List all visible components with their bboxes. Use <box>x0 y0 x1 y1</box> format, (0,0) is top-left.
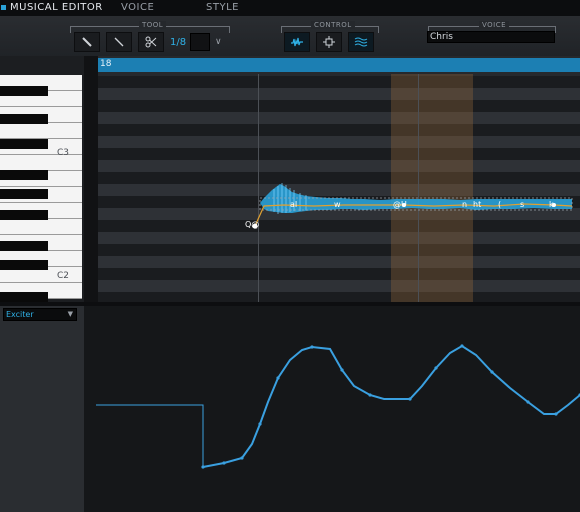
pitch-edit-button[interactable] <box>316 32 342 52</box>
curve-point[interactable] <box>434 366 438 370</box>
curve-point[interactable] <box>340 368 344 372</box>
parameter-dropdown-value: Exciter <box>6 310 34 319</box>
black-key[interactable] <box>0 241 48 251</box>
scissors-tool-button[interactable] <box>138 32 164 52</box>
curve-point[interactable] <box>490 370 494 374</box>
phoneme-label: w <box>334 200 341 209</box>
tool-group-label: TOOL <box>139 21 167 29</box>
waveform-icon <box>291 37 303 47</box>
curve-point[interactable] <box>460 344 464 348</box>
parameter-edit-button[interactable] <box>348 32 374 52</box>
curve-point[interactable] <box>408 397 412 401</box>
white-key[interactable] <box>0 155 82 171</box>
white-key[interactable] <box>0 123 82 139</box>
curve-point[interactable] <box>368 393 372 397</box>
top-tab-bar: MUSICAL EDITOR VOICE STYLE <box>0 0 580 16</box>
phoneme-label: ht <box>473 200 482 209</box>
phoneme-label: ( <box>498 200 502 209</box>
quantize-dropdown-arrow[interactable]: ∨ <box>215 37 222 47</box>
phoneme-label: @U <box>393 200 407 209</box>
key-label-c2: C2 <box>57 271 70 281</box>
scissors-icon <box>145 36 157 48</box>
tab-voice[interactable]: VOICE <box>121 2 154 13</box>
black-key[interactable] <box>0 114 48 124</box>
black-key[interactable] <box>0 210 48 220</box>
phoneme-label: n <box>462 200 468 209</box>
curve-point[interactable] <box>276 376 280 380</box>
piano-roll-grid[interactable]: 18 Q@ aI w @U n ht ( s k <box>84 56 580 302</box>
voice-group-label: VOICE <box>479 21 510 29</box>
black-key[interactable] <box>0 292 48 302</box>
exciter-curve[interactable] <box>84 306 580 512</box>
curve-point[interactable] <box>554 412 558 416</box>
note-edit-button[interactable] <box>284 32 310 52</box>
curve-point[interactable] <box>222 461 226 465</box>
control-parameter-panel: Exciter ▼ <box>0 306 84 512</box>
curve-line[interactable] <box>202 344 580 468</box>
black-key[interactable] <box>0 189 48 199</box>
curve-point[interactable] <box>258 422 262 426</box>
black-key[interactable] <box>0 86 48 96</box>
phoneme-label: k <box>549 200 554 209</box>
quantize-dropdown[interactable] <box>190 33 210 51</box>
tab-style[interactable]: STYLE <box>206 2 239 13</box>
curve-point[interactable] <box>240 456 244 460</box>
tab-musical-editor[interactable]: MUSICAL EDITOR <box>10 2 103 13</box>
curve-baseline <box>96 404 204 467</box>
phoneme-label: Q@ <box>245 220 260 229</box>
phoneme-label: s <box>520 200 525 209</box>
black-key[interactable] <box>0 170 48 180</box>
black-key[interactable] <box>0 139 48 149</box>
pitch-node-icon <box>323 36 335 48</box>
pencil-tool-button[interactable] <box>74 32 100 52</box>
wavy-lines-icon <box>354 37 368 47</box>
curve-point[interactable] <box>526 400 530 404</box>
active-tab-indicator <box>1 5 6 10</box>
pencil-icon <box>82 37 92 47</box>
curve-point[interactable] <box>310 345 314 349</box>
curve-points <box>201 344 580 469</box>
piano-keyboard[interactable]: C3 C2 <box>0 56 84 302</box>
control-curve-editor[interactable] <box>84 306 580 512</box>
line-tool-button[interactable] <box>106 32 132 52</box>
chevron-down-icon: ▼ <box>67 310 73 318</box>
curve-point[interactable] <box>201 465 205 469</box>
control-group-label: CONTROL <box>311 21 355 29</box>
parameter-dropdown[interactable]: Exciter ▼ <box>3 308 77 321</box>
white-key[interactable] <box>0 219 82 235</box>
line-icon <box>114 37 124 47</box>
note-waveform[interactable] <box>84 56 580 302</box>
voice-selector[interactable]: Chris <box>427 31 555 43</box>
phoneme-label: aI <box>290 200 298 209</box>
key-label-c3: C3 <box>57 148 70 158</box>
waveform-shape <box>260 184 572 213</box>
black-key[interactable] <box>0 260 48 270</box>
